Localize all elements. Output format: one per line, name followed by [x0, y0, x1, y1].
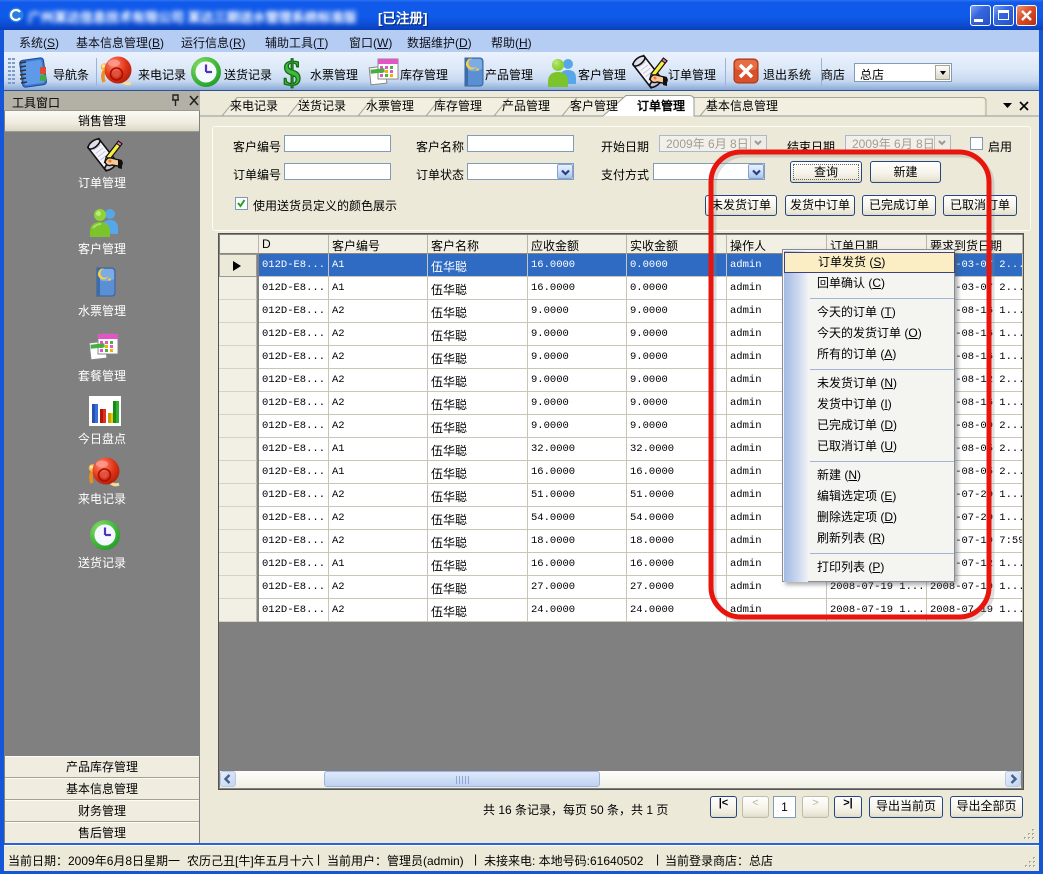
svg-text:客户管理: 客户管理 — [570, 98, 618, 113]
svg-text:来电记录: 来电记录 — [230, 99, 278, 113]
svg-text:$: $ — [283, 55, 301, 89]
svg-text:水票管理: 水票管理 — [366, 98, 414, 113]
svg-text:订单管理: 订单管理 — [637, 98, 685, 113]
svg-text:产品管理: 产品管理 — [502, 98, 550, 113]
svg-text:基本信息管理: 基本信息管理 — [706, 98, 778, 113]
svg-text:库存管理: 库存管理 — [434, 98, 482, 113]
svg-text:送货记录: 送货记录 — [298, 98, 346, 113]
